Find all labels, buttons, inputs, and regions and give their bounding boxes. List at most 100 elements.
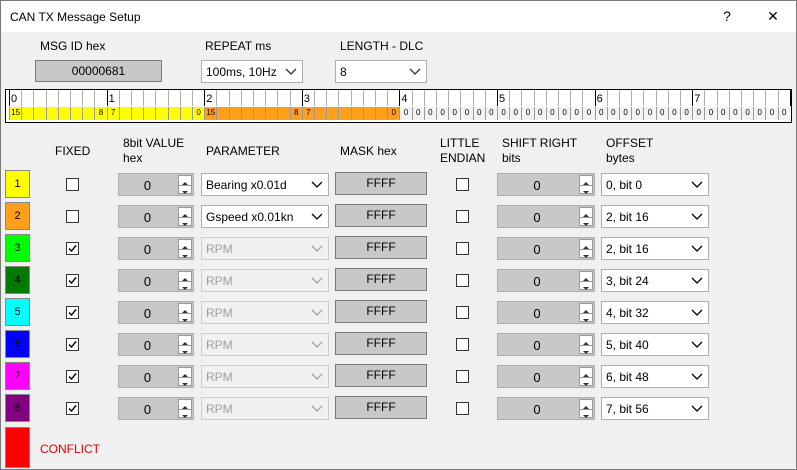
spin-arrows[interactable] xyxy=(579,303,593,322)
spin-down-arrow[interactable] xyxy=(179,313,191,323)
spin-up-arrow[interactable] xyxy=(179,304,191,313)
spin-up-arrow[interactable] xyxy=(179,272,191,281)
fixed-checkbox[interactable] xyxy=(66,402,79,415)
parameter-select[interactable]: RPM xyxy=(201,333,329,356)
spin-down-arrow[interactable] xyxy=(179,377,191,387)
fixed-checkbox[interactable] xyxy=(66,338,79,351)
spin-arrows[interactable] xyxy=(178,271,192,290)
offset-select[interactable]: 3, bit 24 xyxy=(601,269,709,292)
msg-id-field[interactable]: 00000681 xyxy=(35,60,162,82)
value-spinner[interactable]: 0 xyxy=(118,397,194,420)
value-spinner[interactable]: 0 xyxy=(118,301,194,324)
parameter-select[interactable]: RPM xyxy=(201,301,329,324)
spin-arrows[interactable] xyxy=(178,399,192,418)
little-endian-checkbox[interactable] xyxy=(456,370,469,383)
spin-up-arrow[interactable] xyxy=(580,368,592,377)
offset-select[interactable]: 0, bit 0 xyxy=(601,173,709,196)
shift-spinner[interactable]: 0 xyxy=(497,269,595,292)
parameter-select[interactable]: Bearing x0.01d xyxy=(201,173,329,196)
spin-up-arrow[interactable] xyxy=(179,176,191,185)
spin-up-arrow[interactable] xyxy=(580,336,592,345)
little-endian-checkbox[interactable] xyxy=(456,402,469,415)
spin-arrows[interactable] xyxy=(178,367,192,386)
spin-down-arrow[interactable] xyxy=(179,345,191,355)
little-endian-checkbox[interactable] xyxy=(456,242,469,255)
spin-arrows[interactable] xyxy=(178,239,192,258)
fixed-checkbox[interactable] xyxy=(66,306,79,319)
spin-up-arrow[interactable] xyxy=(179,400,191,409)
spin-up-arrow[interactable] xyxy=(580,240,592,249)
close-button[interactable]: ✕ xyxy=(750,1,796,32)
fixed-checkbox[interactable] xyxy=(66,210,79,223)
spin-arrows[interactable] xyxy=(579,399,593,418)
spin-arrows[interactable] xyxy=(178,303,192,322)
value-spinner[interactable]: 0 xyxy=(118,237,194,260)
fixed-checkbox[interactable] xyxy=(66,178,79,191)
offset-select[interactable]: 2, bit 16 xyxy=(601,237,709,260)
mask-field[interactable]: FFFF xyxy=(335,236,427,259)
spin-up-arrow[interactable] xyxy=(179,208,191,217)
spin-arrows[interactable] xyxy=(579,335,593,354)
spin-up-arrow[interactable] xyxy=(179,336,191,345)
spin-up-arrow[interactable] xyxy=(179,368,191,377)
offset-select[interactable]: 6, bit 48 xyxy=(601,365,709,388)
shift-spinner[interactable]: 0 xyxy=(497,205,595,228)
offset-select[interactable]: 5, bit 40 xyxy=(601,333,709,356)
value-spinner[interactable]: 0 xyxy=(118,205,194,228)
spin-arrows[interactable] xyxy=(178,175,192,194)
spin-down-arrow[interactable] xyxy=(179,249,191,259)
mask-field[interactable]: FFFF xyxy=(335,332,427,355)
little-endian-checkbox[interactable] xyxy=(456,274,469,287)
repeat-select[interactable]: 100ms, 10Hz xyxy=(201,60,303,83)
spin-arrows[interactable] xyxy=(579,367,593,386)
spin-down-arrow[interactable] xyxy=(179,185,191,195)
spin-arrows[interactable] xyxy=(178,335,192,354)
help-button[interactable]: ? xyxy=(704,1,750,32)
fixed-checkbox[interactable] xyxy=(66,274,79,287)
fixed-checkbox[interactable] xyxy=(66,370,79,383)
parameter-select[interactable]: RPM xyxy=(201,269,329,292)
shift-spinner[interactable]: 0 xyxy=(497,365,595,388)
shift-spinner[interactable]: 0 xyxy=(497,333,595,356)
value-spinner[interactable]: 0 xyxy=(118,333,194,356)
fixed-checkbox[interactable] xyxy=(66,242,79,255)
mask-field[interactable]: FFFF xyxy=(335,396,427,419)
mask-field[interactable]: FFFF xyxy=(335,300,427,323)
spin-down-arrow[interactable] xyxy=(179,217,191,227)
spin-down-arrow[interactable] xyxy=(179,281,191,291)
shift-spinner[interactable]: 0 xyxy=(497,237,595,260)
little-endian-checkbox[interactable] xyxy=(456,338,469,351)
offset-select[interactable]: 4, bit 32 xyxy=(601,301,709,324)
spin-arrows[interactable] xyxy=(579,207,593,226)
spin-down-arrow[interactable] xyxy=(580,377,592,387)
spin-up-arrow[interactable] xyxy=(580,304,592,313)
parameter-select[interactable]: RPM xyxy=(201,397,329,420)
mask-field[interactable]: FFFF xyxy=(335,172,427,195)
shift-spinner[interactable]: 0 xyxy=(497,397,595,420)
spin-up-arrow[interactable] xyxy=(179,240,191,249)
shift-spinner[interactable]: 0 xyxy=(497,301,595,324)
little-endian-checkbox[interactable] xyxy=(456,306,469,319)
value-spinner[interactable]: 0 xyxy=(118,365,194,388)
offset-select[interactable]: 2, bit 16 xyxy=(601,205,709,228)
value-spinner[interactable]: 0 xyxy=(118,173,194,196)
spin-arrows[interactable] xyxy=(579,175,593,194)
parameter-select[interactable]: Gspeed x0.01kn xyxy=(201,205,329,228)
offset-select[interactable]: 7, bit 56 xyxy=(601,397,709,420)
spin-down-arrow[interactable] xyxy=(580,345,592,355)
spin-down-arrow[interactable] xyxy=(580,313,592,323)
shift-spinner[interactable]: 0 xyxy=(497,173,595,196)
mask-field[interactable]: FFFF xyxy=(335,364,427,387)
spin-arrows[interactable] xyxy=(579,271,593,290)
parameter-select[interactable]: RPM xyxy=(201,237,329,260)
spin-down-arrow[interactable] xyxy=(580,185,592,195)
spin-down-arrow[interactable] xyxy=(179,409,191,419)
spin-up-arrow[interactable] xyxy=(580,176,592,185)
spin-arrows[interactable] xyxy=(178,207,192,226)
spin-arrows[interactable] xyxy=(579,239,593,258)
parameter-select[interactable]: RPM xyxy=(201,365,329,388)
value-spinner[interactable]: 0 xyxy=(118,269,194,292)
spin-down-arrow[interactable] xyxy=(580,409,592,419)
spin-up-arrow[interactable] xyxy=(580,272,592,281)
spin-down-arrow[interactable] xyxy=(580,249,592,259)
